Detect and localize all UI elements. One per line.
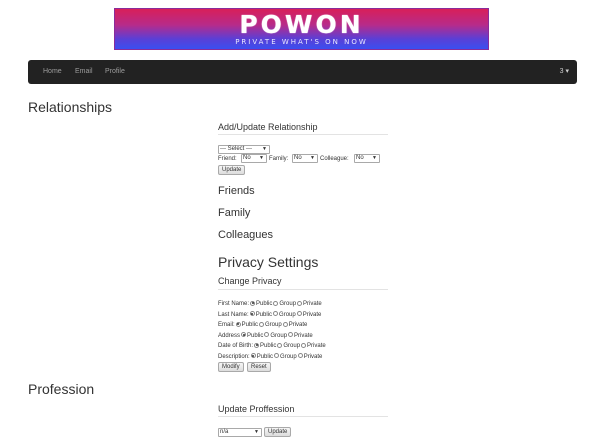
nav-home[interactable]: Home <box>43 60 62 84</box>
update-profession-button[interactable]: Update <box>264 427 292 437</box>
privacy-row-label: Address <box>218 332 241 339</box>
privacy-row-label: Date of Birth: <box>218 343 254 349</box>
divider <box>218 289 388 290</box>
privacy-row-label: First Name: <box>218 301 250 307</box>
site-tagline: PRIVATE WHAT'S ON NOW <box>235 38 368 46</box>
family-label: Family: <box>269 156 289 162</box>
friend-label: Friend: <box>218 156 237 162</box>
divider <box>218 134 388 135</box>
privacy-row: Email: Public Group Private <box>218 321 307 329</box>
privacy-row: Address Public Group Private <box>218 332 313 340</box>
chevron-down-icon: ▼ <box>259 155 264 161</box>
change-privacy-heading: Change Privacy <box>218 276 282 286</box>
chevron-down-icon: ▼ <box>254 429 259 435</box>
divider <box>218 416 388 417</box>
friend-select[interactable]: No ▼ <box>241 154 267 163</box>
privacy-option-label: Private <box>303 353 323 360</box>
privacy-radio-public[interactable] <box>250 300 256 306</box>
privacy-row-label: Email: <box>218 322 235 328</box>
privacy-option-label: Group <box>283 343 301 349</box>
privacy-radio-private[interactable] <box>296 311 302 316</box>
family-heading: Family <box>218 207 251 219</box>
chevron-down-icon: ▼ <box>310 155 315 161</box>
privacy-option-label: Private <box>303 301 322 307</box>
privacy-option-label: Public <box>255 311 273 318</box>
modify-privacy-button[interactable]: Modify <box>218 362 244 372</box>
friends-heading: Friends <box>218 185 255 197</box>
update-relationship-button[interactable]: Update <box>218 165 246 175</box>
privacy-option-label: Private <box>288 322 308 328</box>
privacy-option-label: Group <box>265 322 282 328</box>
privacy-radio-public[interactable] <box>241 332 247 337</box>
privacy-radio-group[interactable] <box>273 311 279 316</box>
privacy-radio-public[interactable] <box>254 342 260 348</box>
colleague-select[interactable]: No ▼ <box>354 154 380 163</box>
privacy-option-label: Private <box>307 343 326 349</box>
privacy-row: First Name: Public Group Private <box>218 300 322 308</box>
reset-privacy-button[interactable]: Reset <box>247 362 271 372</box>
privacy-radio-public[interactable] <box>250 353 256 358</box>
privacy-option-label: Private <box>294 332 313 339</box>
site-logo: POWON <box>239 10 364 39</box>
colleague-label: Colleague: <box>320 156 349 162</box>
add-relationship-heading: Add/Update Relationship <box>218 122 318 132</box>
privacy-row: Date of Birth: Public Group Private <box>218 342 326 350</box>
profession-heading: Profession <box>28 381 95 397</box>
privacy-settings-heading: Privacy Settings <box>218 254 319 270</box>
privacy-option-label: Group <box>280 353 297 360</box>
privacy-radio-group[interactable] <box>273 300 279 306</box>
privacy-option-label: Public <box>247 332 264 339</box>
privacy-radio-group[interactable] <box>277 342 283 348</box>
nav-email[interactable]: Email <box>75 60 93 84</box>
privacy-option-label: Public <box>256 353 274 360</box>
update-profession-heading: Update Proffession <box>218 404 295 414</box>
profession-select[interactable]: n/a ▼ <box>218 428 262 437</box>
chevron-down-icon: ▼ <box>372 155 377 161</box>
colleagues-heading: Colleagues <box>218 229 274 241</box>
privacy-radio-private[interactable] <box>297 300 303 306</box>
privacy-row-label: Description: <box>218 353 250 360</box>
privacy-radio-private[interactable] <box>282 321 288 327</box>
privacy-radio-private[interactable] <box>297 353 303 358</box>
nav-profile[interactable]: Profile <box>105 60 125 84</box>
privacy-row: Description: Public Group Private <box>218 353 322 361</box>
chevron-down-icon: ▼ <box>262 146 267 152</box>
privacy-option-label: Group <box>270 332 288 339</box>
privacy-radio-group[interactable] <box>264 332 270 337</box>
privacy-option-label: Group <box>279 301 297 307</box>
privacy-radio-public[interactable] <box>235 321 241 327</box>
relationship-user-select[interactable]: --- Select --- ▼ <box>218 145 270 154</box>
user-menu-dropdown[interactable]: 3 ▾ <box>560 60 569 84</box>
privacy-row-label: Last Name: <box>218 311 249 318</box>
relationships-heading: Relationships <box>28 99 113 115</box>
privacy-option-label: Private <box>302 311 322 318</box>
top-navbar: Home Email Profile 3 ▾ <box>28 60 577 84</box>
privacy-option-label: Group <box>279 311 296 318</box>
privacy-option-label: Public <box>256 301 273 307</box>
privacy-radio-group[interactable] <box>274 353 280 358</box>
privacy-option-label: Public <box>241 322 259 328</box>
privacy-radio-group[interactable] <box>259 321 265 327</box>
privacy-radio-private[interactable] <box>301 342 307 348</box>
privacy-radio-private[interactable] <box>288 332 294 337</box>
privacy-radio-public[interactable] <box>249 311 255 316</box>
site-banner: POWON PRIVATE WHAT'S ON NOW <box>114 8 489 50</box>
privacy-option-label: Public <box>260 343 277 349</box>
family-select[interactable]: No ▼ <box>292 154 318 163</box>
privacy-row: Last Name: Public Group Private <box>218 311 321 319</box>
